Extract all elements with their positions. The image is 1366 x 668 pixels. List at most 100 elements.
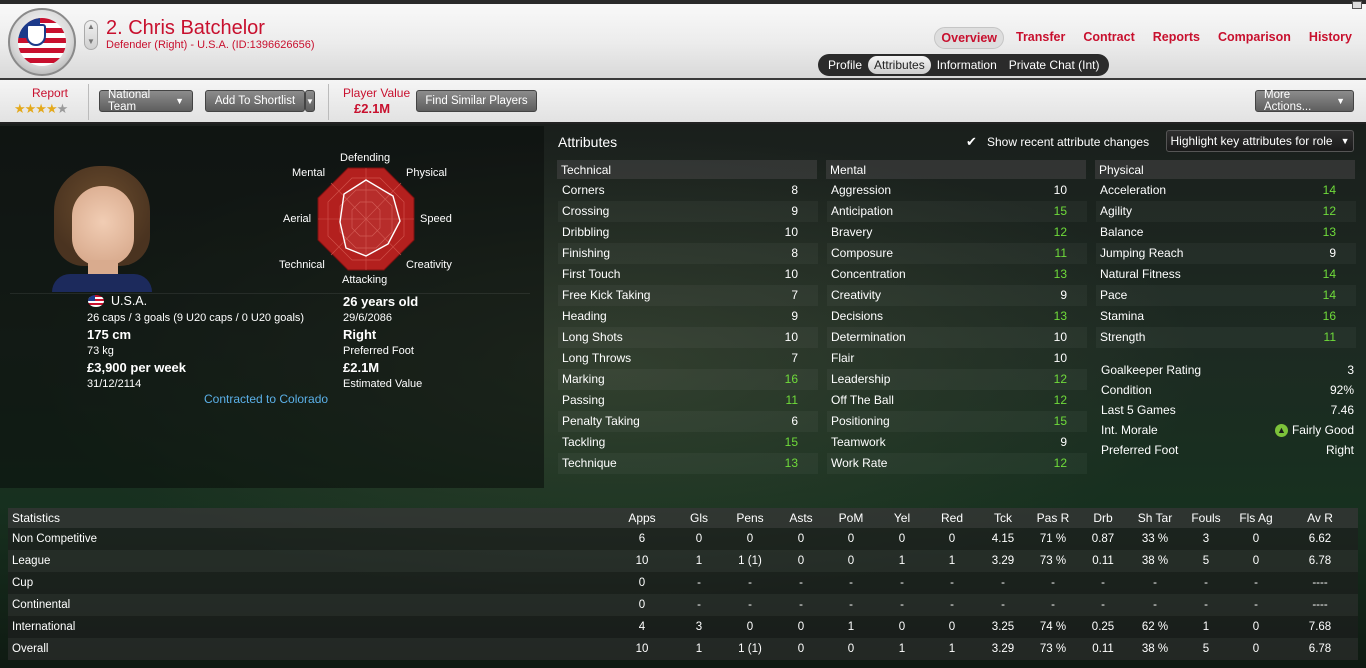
radar-label-aerial: Aerial xyxy=(283,213,312,225)
attribute-name: Crossing xyxy=(562,204,610,218)
find-similar-players-button[interactable]: Find Similar Players xyxy=(416,90,537,112)
attribute-row[interactable]: Determination 10 xyxy=(827,327,1087,348)
statistics-column-header[interactable]: Red xyxy=(926,508,978,528)
table-row[interactable]: Continental 0- - - - - - - - - - - - ---- xyxy=(8,594,1358,616)
star-full-icon: ★★★ xyxy=(14,101,47,116)
tab-attributes[interactable]: Attributes xyxy=(868,56,931,74)
table-row[interactable]: International 4 3 0 0 1 0 0 3.25 74 % 0.25 62 % 1 0 7.… xyxy=(8,616,1358,638)
attribute-row[interactable]: Passing 11 xyxy=(558,390,818,411)
table-row[interactable]: Cup 0- - - - - - - - - - - - ---- xyxy=(8,572,1358,594)
attribute-value: 7 xyxy=(791,351,798,365)
attribute-row[interactable]: Finishing 8 xyxy=(558,243,818,264)
attribute-row[interactable]: Strength 11 xyxy=(1096,327,1356,348)
statistics-column-header[interactable]: Pas R xyxy=(1028,508,1078,528)
checkmark-icon[interactable]: ✔ xyxy=(966,134,977,150)
statistics-column-header[interactable]: Sh Tar xyxy=(1128,508,1182,528)
table-row[interactable]: Overall 10 1 1 (1) 0 0 1 1 3.29 73 % 0.11 38 % 5 0 6.7… xyxy=(8,638,1358,660)
nav-overview[interactable]: Overview xyxy=(934,27,1004,49)
statistics-column-header[interactable]: Tck xyxy=(978,508,1028,528)
attribute-row[interactable]: Positioning 15 xyxy=(827,411,1087,432)
attribute-row[interactable]: Flair 10 xyxy=(827,348,1087,369)
statistics-column-header[interactable]: Yel xyxy=(878,508,926,528)
attribute-row[interactable]: Balance 13 xyxy=(1096,222,1356,243)
statistics-column-header[interactable]: Pens xyxy=(722,508,778,528)
highlight-key-attributes-dropdown[interactable]: Highlight key attributes for role ▼ xyxy=(1166,130,1354,152)
attribute-row[interactable]: Work Rate 12 xyxy=(827,453,1087,474)
attribute-row[interactable]: Teamwork 9 xyxy=(827,432,1087,453)
statistic-value: 33 % xyxy=(1128,528,1182,550)
attribute-row[interactable]: Jumping Reach 9 xyxy=(1096,243,1356,264)
attribute-row[interactable]: Natural Fitness 14 xyxy=(1096,264,1356,285)
attribute-name: Long Throws xyxy=(562,351,632,365)
attribute-row[interactable]: Crossing 9 xyxy=(558,201,818,222)
nav-comparison[interactable]: Comparison xyxy=(1212,27,1297,49)
attribute-row[interactable]: Aggression 10 xyxy=(827,180,1087,201)
statistics-column-header[interactable]: Av R xyxy=(1282,508,1358,528)
player-scroll-arrows-icon[interactable]: ▲ ▼ xyxy=(84,20,98,50)
table-row[interactable]: Non Competitive 6 0 0 0 0 0 0 4.15 71 % 0.87 33 % 3 0… xyxy=(8,528,1358,550)
window-restore-icon[interactable] xyxy=(1352,1,1362,9)
attribute-row[interactable]: Technique 13 xyxy=(558,453,818,474)
attribute-row[interactable]: Free Kick Taking 7 xyxy=(558,285,818,306)
add-to-shortlist-button[interactable]: Add To Shortlist xyxy=(205,90,305,112)
statistic-value: - xyxy=(878,594,926,616)
statistic-value: - xyxy=(824,572,878,594)
player-position-nation: Defender (Right) - U.S.A. (ID:1396626656… xyxy=(106,39,315,51)
attribute-row[interactable]: Long Throws 7 xyxy=(558,348,818,369)
attribute-value: 12 xyxy=(1322,204,1336,218)
attribute-row[interactable]: Marking 16 xyxy=(558,369,818,390)
tab-private-chat[interactable]: Private Chat (Int) xyxy=(1003,56,1106,74)
tab-profile[interactable]: Profile xyxy=(822,56,868,74)
attribute-row[interactable]: Composure 11 xyxy=(827,243,1087,264)
attribute-row[interactable]: Pace 14 xyxy=(1096,285,1356,306)
statistic-value: 3.25 xyxy=(978,616,1028,638)
rating-stars[interactable]: ★★★★★ xyxy=(14,101,68,117)
attribute-row[interactable]: Anticipation 15 xyxy=(827,201,1087,222)
attribute-row[interactable]: Heading 9 xyxy=(558,306,818,327)
statistic-value: - xyxy=(778,572,824,594)
nav-reports[interactable]: Reports xyxy=(1147,27,1206,49)
club-crest-icon[interactable] xyxy=(8,8,76,76)
attribute-row[interactable]: Long Shots 10 xyxy=(558,327,818,348)
statistics-column-header[interactable]: Fouls xyxy=(1182,508,1230,528)
tab-information[interactable]: Information xyxy=(931,56,1003,74)
contracted-club-link[interactable]: Contracted to Colorado xyxy=(204,392,328,406)
statistic-value: - xyxy=(926,594,978,616)
statistics-column-header[interactable]: Drb xyxy=(1078,508,1128,528)
attribute-row[interactable]: Corners 8 xyxy=(558,180,818,201)
table-row[interactable]: League 10 1 1 (1) 0 0 1 1 3.29 73 % 0.11 38 % 5 0 6.78 xyxy=(8,550,1358,572)
attribute-row[interactable]: First Touch 10 xyxy=(558,264,818,285)
attribute-row[interactable]: Tackling 15 xyxy=(558,432,818,453)
more-actions-button[interactable]: More Actions... ▼ xyxy=(1255,89,1354,113)
nav-transfer[interactable]: Transfer xyxy=(1010,27,1071,49)
report-label[interactable]: Report xyxy=(32,86,68,100)
statistic-value: 73 % xyxy=(1028,550,1078,572)
attribute-row[interactable]: Off The Ball 12 xyxy=(827,390,1087,411)
attribute-row[interactable]: Concentration 13 xyxy=(827,264,1087,285)
statistics-column-header[interactable]: PoM xyxy=(824,508,878,528)
attribute-row[interactable]: Acceleration 14 xyxy=(1096,180,1356,201)
statistics-column-header[interactable]: Fls Ag xyxy=(1230,508,1282,528)
attribute-row[interactable]: Creativity 9 xyxy=(827,285,1087,306)
attribute-row[interactable]: Decisions 13 xyxy=(827,306,1087,327)
attribute-row[interactable]: Penalty Taking 6 xyxy=(558,411,818,432)
attribute-name: Stamina xyxy=(1100,309,1145,323)
nav-contract[interactable]: Contract xyxy=(1077,27,1140,49)
statistics-column-header[interactable]: Apps xyxy=(608,508,676,528)
statistics-column-header[interactable]: Statistics xyxy=(8,508,608,528)
attribute-row[interactable]: Stamina 16 xyxy=(1096,306,1356,327)
statistics-column-header[interactable]: Gls xyxy=(676,508,722,528)
statistics-header-row: Statistics Apps Gls Pens Asts PoM Yel Red Tck Pas… xyxy=(8,508,1358,528)
attribute-row[interactable]: Leadership 12 xyxy=(827,369,1087,390)
attribute-row[interactable]: Bravery 12 xyxy=(827,222,1087,243)
shortlist-dropdown-button[interactable]: ▼ xyxy=(305,90,315,112)
attribute-row[interactable]: Agility 12 xyxy=(1096,201,1356,222)
statistic-value: 0 xyxy=(608,572,676,594)
nav-history[interactable]: History xyxy=(1303,27,1358,49)
statistics-column-header[interactable]: Asts xyxy=(778,508,824,528)
nation[interactable]: U.S.A. xyxy=(111,294,147,308)
show-changes-label[interactable]: Show recent attribute changes xyxy=(987,135,1149,149)
attribute-name: Technique xyxy=(562,456,617,470)
attribute-row[interactable]: Dribbling 10 xyxy=(558,222,818,243)
national-team-button[interactable]: National Team ▼ xyxy=(99,89,193,113)
